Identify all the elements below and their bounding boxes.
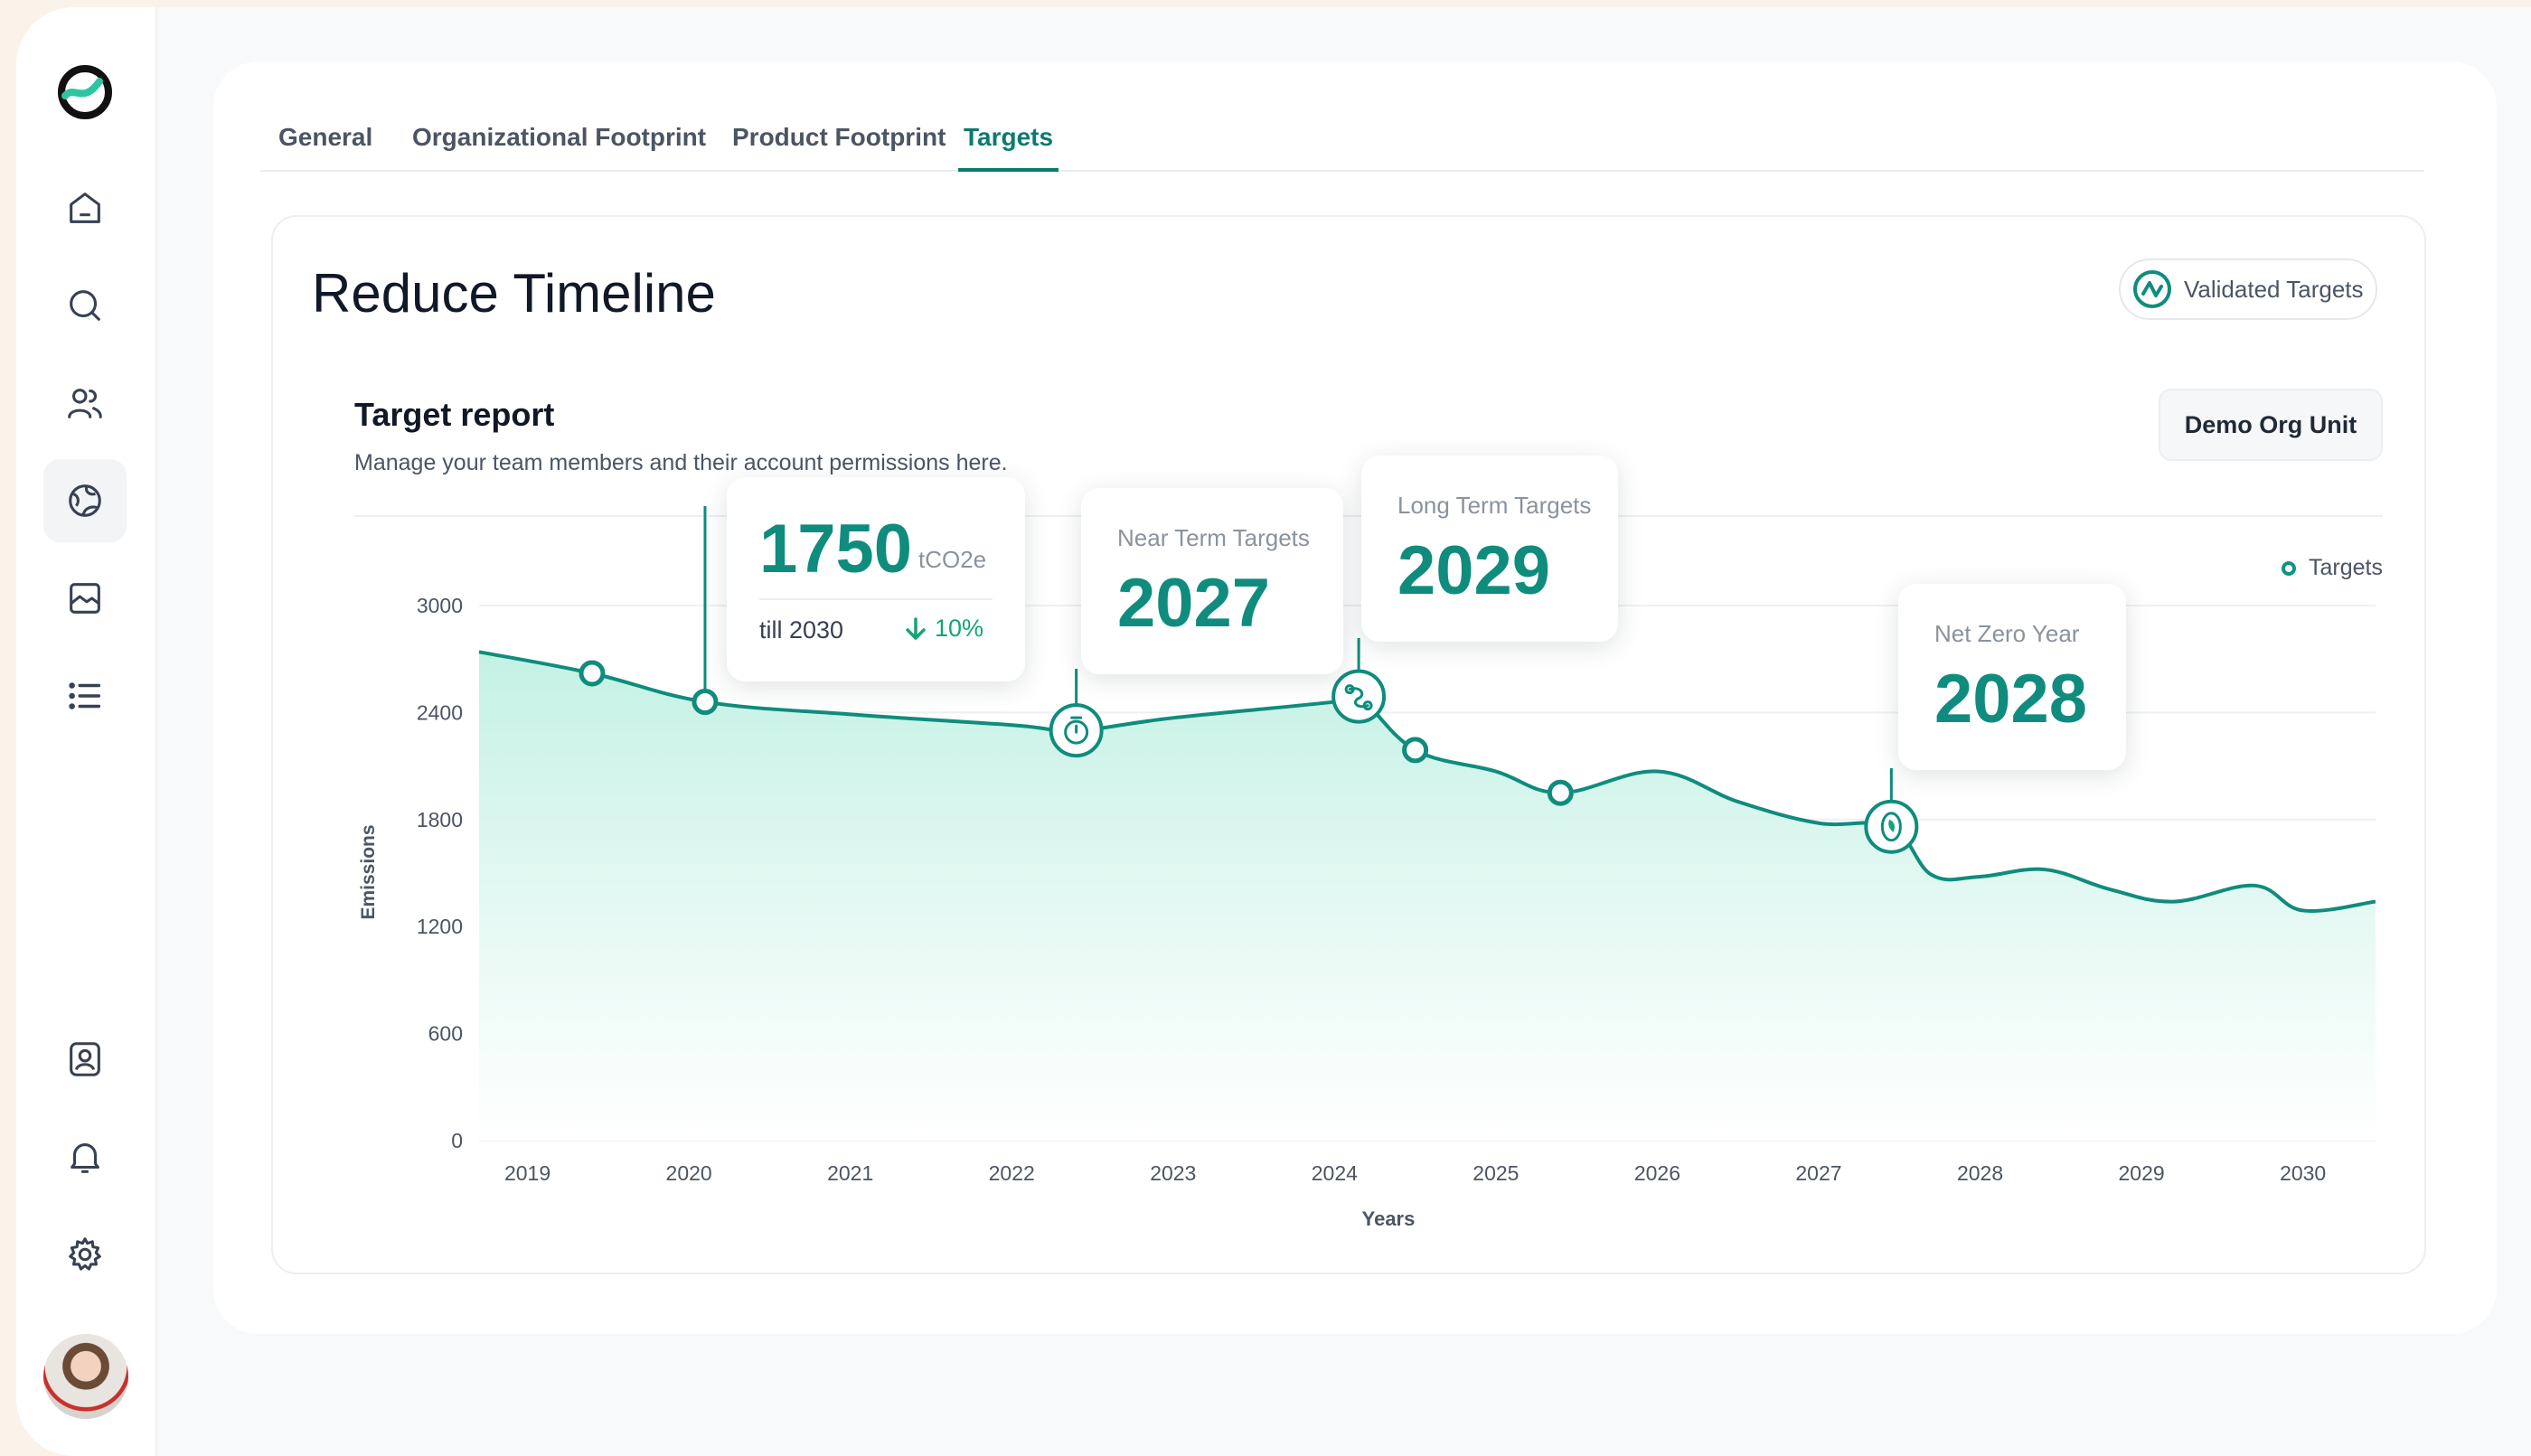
data-point-marker xyxy=(1402,737,1429,764)
net-zero-label: Net Zero Year xyxy=(1934,620,2080,647)
x-tick-label: 2028 xyxy=(1957,1161,2003,1185)
route-icon xyxy=(1331,669,1387,724)
legend-label: Targets xyxy=(2309,555,2383,580)
x-tick-label: 2019 xyxy=(504,1161,550,1185)
x-axis-label: Years xyxy=(1362,1207,1416,1230)
x-tick-label: 2027 xyxy=(1795,1161,1841,1185)
emission-change-value: 10% xyxy=(935,615,984,642)
x-tick-label: 2029 xyxy=(2119,1161,2165,1185)
x-tick-label: 2025 xyxy=(1472,1161,1519,1185)
net-zero-callout: Net Zero Year 2028 xyxy=(1898,584,2126,770)
x-tick-label: 2024 xyxy=(1312,1161,1358,1185)
legend-dot xyxy=(2282,560,2296,576)
emission-value: 1750 xyxy=(759,511,913,587)
x-tick-label: 2026 xyxy=(1634,1161,1680,1185)
y-tick-label: 1800 xyxy=(417,808,463,831)
arrow-down-icon xyxy=(906,616,926,640)
y-tick-label: 1200 xyxy=(417,915,463,938)
y-tick-label: 2400 xyxy=(417,700,463,724)
data-point-marker xyxy=(1547,779,1574,806)
callout-divider xyxy=(759,598,993,600)
chart-legend: Targets xyxy=(2282,555,2383,581)
x-tick-label: 2022 xyxy=(989,1161,1035,1185)
emission-change: 10% xyxy=(904,615,983,643)
emission-callout: 1750 tCO2e till 2030 10% xyxy=(727,477,1025,681)
emissions-chart: 0 600 1200 1800 2400 3000 2019 2020 2021 2022 202… xyxy=(358,506,2376,1230)
data-point-marker xyxy=(579,660,606,687)
near-term-label: Near Term Targets xyxy=(1117,524,1310,551)
long-term-year: 2029 xyxy=(1397,532,1551,609)
long-term-callout: Long Term Targets 2029 xyxy=(1361,456,1618,642)
data-point-marker xyxy=(692,689,719,716)
long-term-label: Long Term Targets xyxy=(1397,492,1592,519)
marker-ring xyxy=(1331,669,1387,724)
leaf-icon xyxy=(1864,799,1919,854)
x-tick-label: 2023 xyxy=(1150,1161,1196,1185)
near-term-callout: Near Term Targets 2027 xyxy=(1081,488,1343,674)
y-tick-label: 600 xyxy=(428,1022,463,1046)
y-tick-label: 0 xyxy=(451,1129,463,1152)
emission-unit: tCO2e xyxy=(918,546,987,573)
near-term-year: 2027 xyxy=(1117,565,1271,642)
emission-till: till 2030 xyxy=(759,616,844,643)
y-tick-label: 3000 xyxy=(417,594,463,617)
timer-icon xyxy=(1049,703,1104,758)
x-tick-label: 2020 xyxy=(666,1161,712,1185)
y-axis-label: Emissions xyxy=(358,824,379,919)
x-tick-label: 2021 xyxy=(827,1161,873,1185)
x-tick-label: 2030 xyxy=(2280,1161,2326,1185)
net-zero-year: 2028 xyxy=(1934,661,2088,737)
